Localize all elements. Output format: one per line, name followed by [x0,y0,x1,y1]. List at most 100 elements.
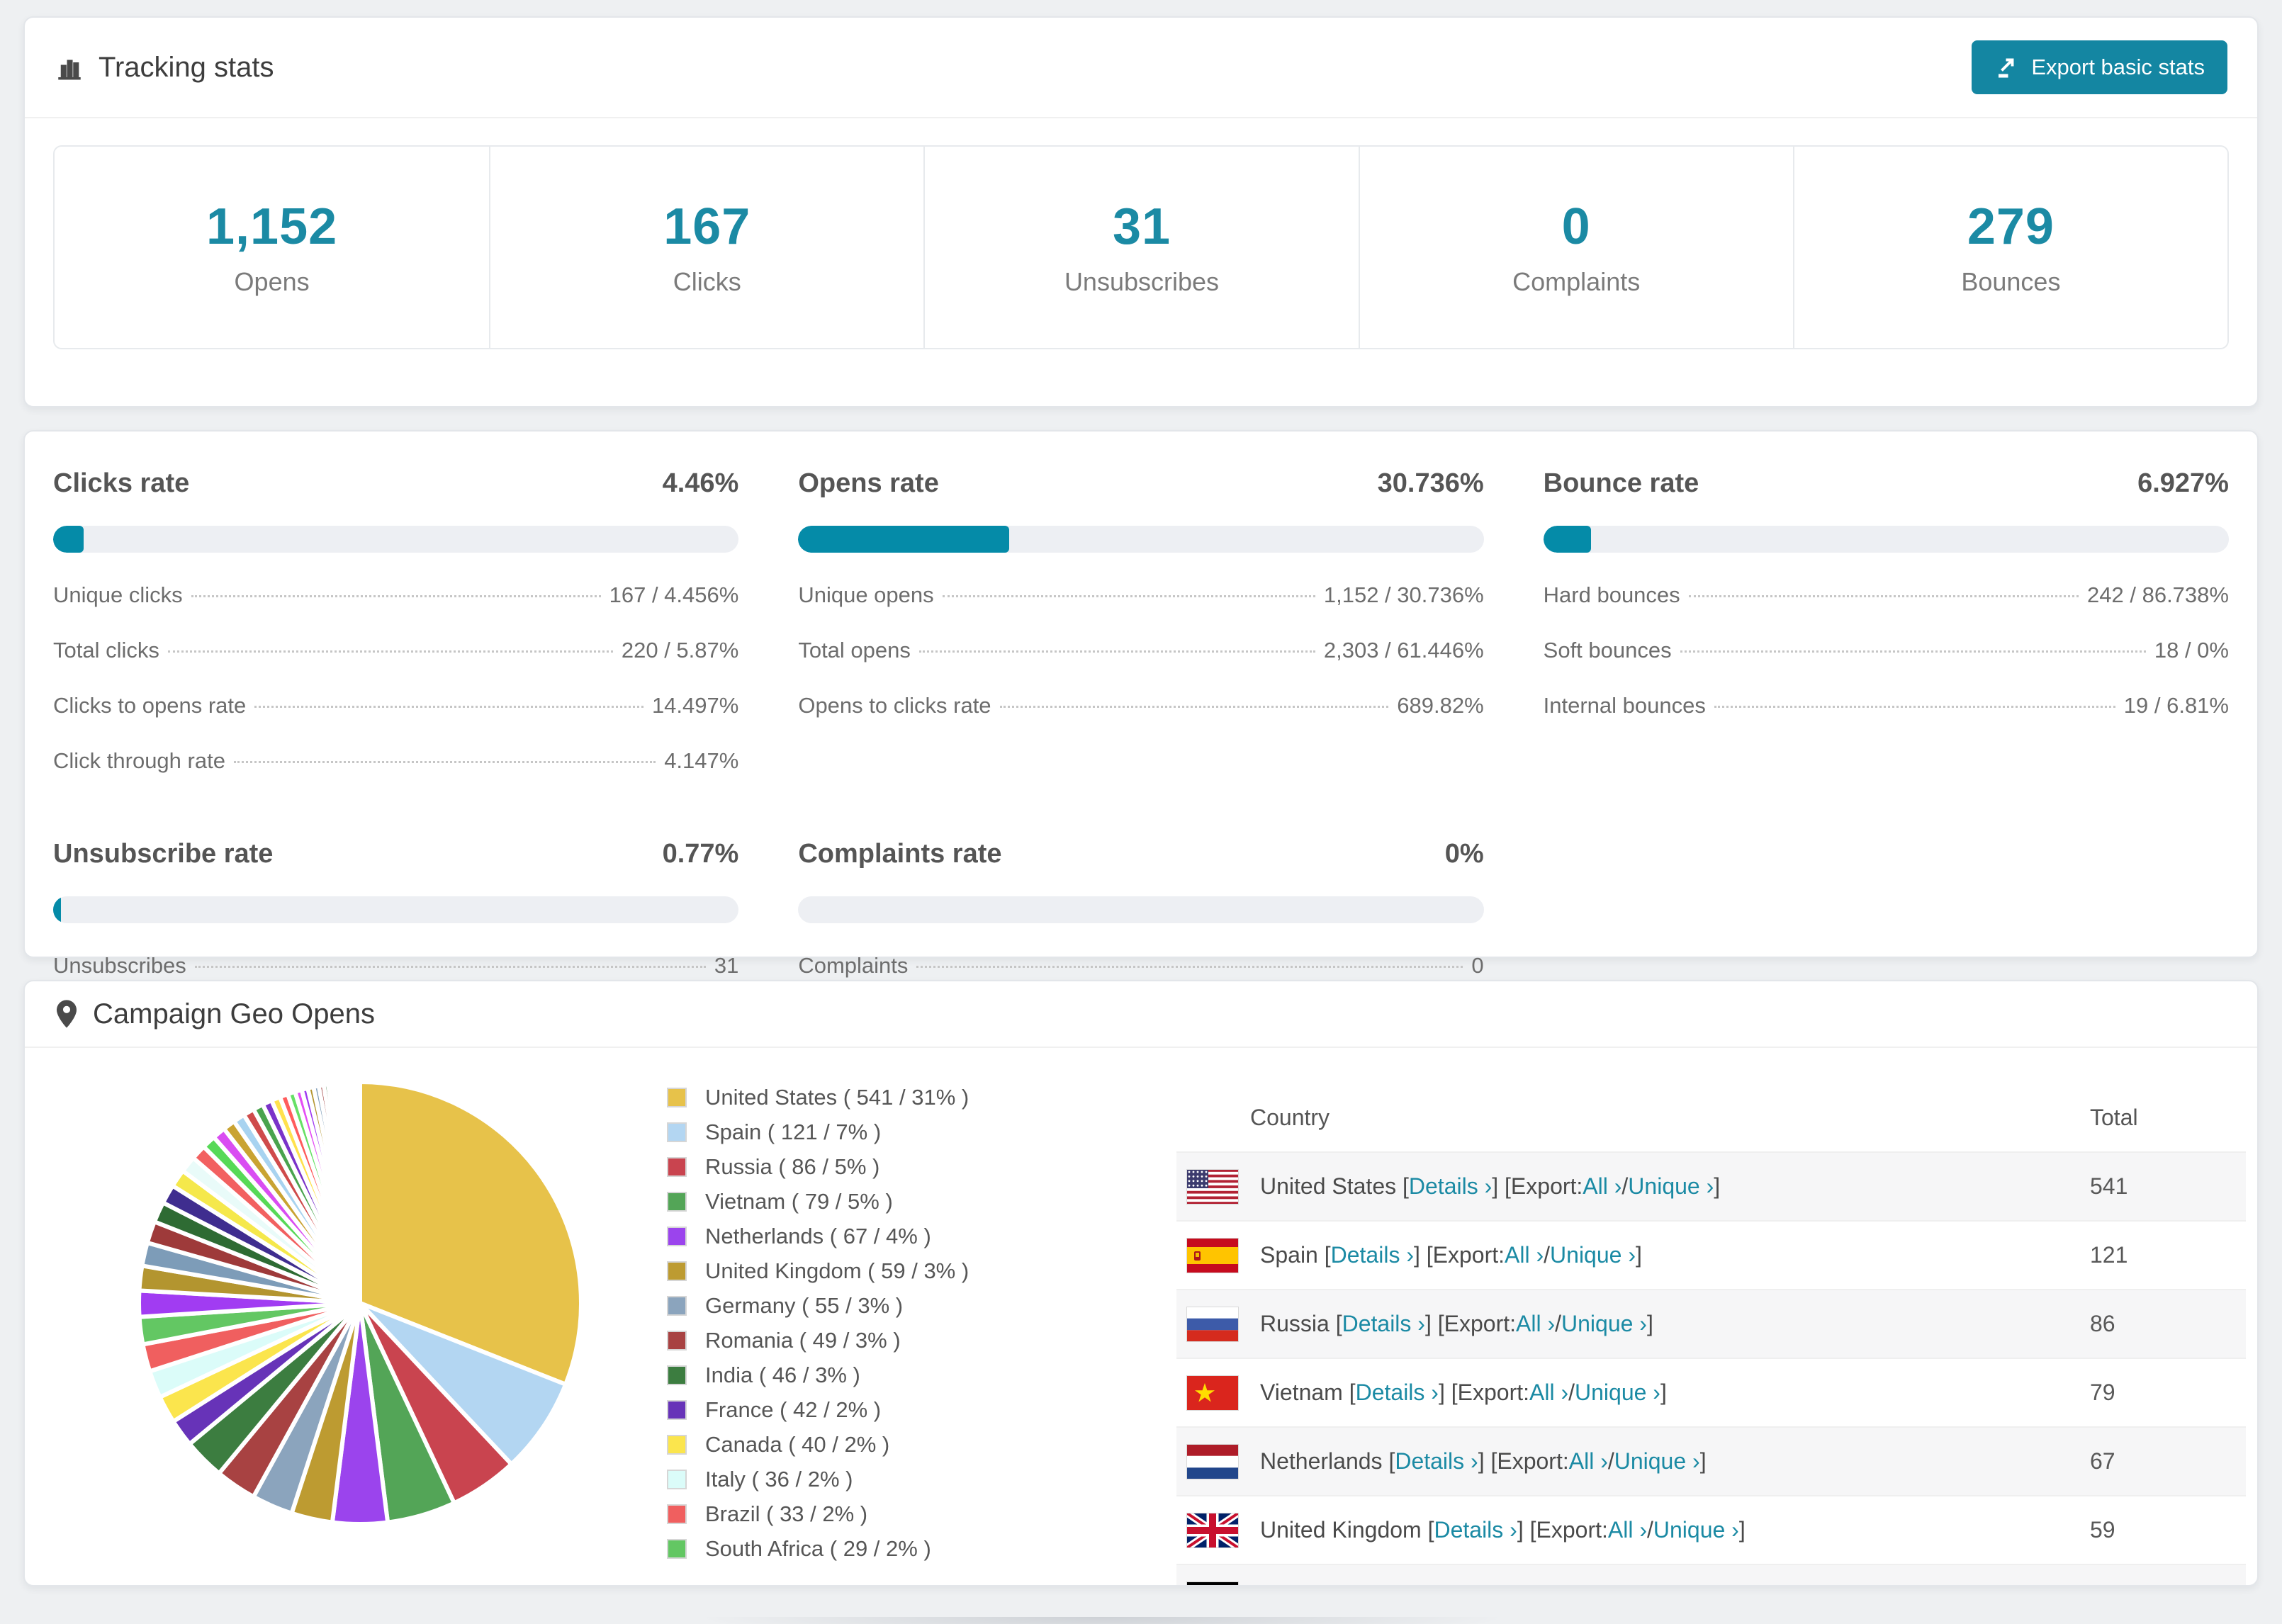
stat-label: Complaints [1512,267,1641,296]
dotted-leader [999,706,1389,708]
table-row-partial [1176,1564,2246,1585]
rate-progress-track [798,526,1484,553]
table-row-vietnam: Vietnam [Details ›] [Export: All › / Uni… [1176,1358,2246,1426]
export-unique-link[interactable]: Unique › [1653,1517,1739,1543]
country-name: Russia [1260,1311,1330,1336]
rate-detail-row: Unique opens 1,152 / 30.736% [798,582,1484,607]
export-unique-link[interactable]: Unique › [1628,1173,1714,1200]
rate-title-row: Unsubscribe rate 0.77% [53,839,738,869]
legend-item-brazil: Brazil ( 33 / 2% ) [667,1501,969,1527]
legend-swatch [667,1088,687,1107]
stat-label: Opens [234,267,310,296]
rate-value: 0.77% [662,839,739,869]
stat-label: Unsubscribes [1064,267,1220,296]
export-all-link[interactable]: All › [1516,1311,1555,1337]
pie-slice-other [356,1079,362,1305]
export-unique-link[interactable]: Unique › [1550,1242,1636,1268]
dotted-leader [916,966,1463,968]
rate-value: 30.736% [1377,468,1484,498]
export-all-link[interactable]: All › [1608,1517,1647,1543]
legend-label: United Kingdom ( 59 / 3% ) [705,1258,969,1283]
legend-label: Spain ( 121 / 7% ) [705,1120,882,1144]
stat-value: 279 [1967,198,2055,255]
table-row-united-states: United States [Details ›] [Export: All ›… [1176,1151,2246,1220]
export-icon [1999,58,2014,78]
geo-content: United States ( 541 / 31% ) Spain ( 121 /… [25,1048,2257,1585]
flag-ru-icon [1186,1306,1239,1342]
export-unique-link[interactable]: Unique › [1614,1448,1700,1474]
opens-rate-block: Opens rate 30.736% Unique opens 1,152 / 30.… [798,468,1484,774]
legend-item-france: France ( 42 / 2% ) [667,1397,969,1423]
country-name: United States [1260,1173,1397,1199]
rate-title: Opens rate [798,468,939,498]
card-shadow [695,1617,1510,1624]
summary-stats-box: 1,152 Opens 167 Clicks 31 Unsubscribes 0 Compla… [53,145,2229,349]
rate-detail-row: Clicks to opens rate 14.497% [53,693,739,718]
flag-de-icon [1186,1581,1239,1585]
legend-swatch [667,1157,687,1177]
flag-es-icon [1186,1237,1239,1273]
details-link[interactable]: Details › [1434,1517,1517,1543]
details-link[interactable]: Details › [1409,1173,1492,1200]
rate-progress-fill [53,526,84,553]
rate-title-row: Complaints rate 0% [798,839,1483,869]
stat-value: 1,152 [206,198,338,255]
legend-item-italy: Italy ( 36 / 2% ) [667,1467,969,1492]
details-link[interactable]: Details › [1395,1448,1478,1474]
export-basic-stats-button[interactable]: Export basic stats [1972,40,2227,94]
rate-progress-fill [798,526,1009,553]
rate-progress-fill [1543,526,1591,553]
rate-detail-row: Total opens 2,303 / 61.446% [798,638,1484,662]
flag-vn-icon [1186,1375,1239,1411]
country-name: Spain [1260,1242,1318,1268]
flag-us-icon [1186,1168,1239,1205]
rate-value: 0% [1444,839,1484,869]
legend-item-india: India ( 46 / 3% ) [667,1363,969,1388]
rate-title: Bounce rate [1543,468,1699,498]
dotted-leader [1680,650,2146,653]
stat-cell-clicks: 167 Clicks [489,147,923,348]
legend-label: Brazil ( 33 / 2% ) [705,1501,868,1526]
bounce-rate-block: Bounce rate 6.927% Hard bounces 242 / 86.73… [1543,468,2229,774]
dotted-leader [194,966,706,968]
dotted-leader [1714,706,2115,708]
stat-cell-unsubscribes: 31 Unsubscribes [923,147,1358,348]
unsubscribe-rate-block: Unsubscribe rate 0.77% Unsubscribes 31 [53,839,739,979]
export-all-link[interactable]: All › [1569,1448,1608,1474]
country-name: United Kingdom [1260,1517,1422,1543]
country-name: Vietnam [1260,1380,1343,1405]
details-link[interactable]: Details › [1342,1311,1425,1337]
total-column-header: Total [2090,1104,2138,1130]
stat-value: 167 [663,198,751,255]
flag-gb-icon [1186,1512,1239,1548]
legend-label: United States ( 541 / 31% ) [705,1085,969,1110]
country-total: 67 [2090,1448,2115,1474]
stat-cell-opens: 1,152 Opens [55,147,489,348]
export-unique-link[interactable]: Unique › [1561,1311,1647,1337]
rate-progress-track [1543,526,2229,553]
rate-detail-row: Unique clicks 167 / 4.456% [53,582,739,607]
export-all-link[interactable]: All › [1505,1242,1544,1268]
table-row-netherlands: Netherlands [Details ›] [Export: All › /… [1176,1426,2246,1495]
export-all-link[interactable]: All › [1583,1173,1621,1200]
tracking-stats-card: Tracking stats Export basic stats 1,152 O… [23,16,2259,407]
legend-label: Netherlands ( 67 / 4% ) [705,1224,931,1248]
geo-legend: United States ( 541 / 31% ) Spain ( 121 /… [667,1085,969,1571]
export-all-link[interactable]: All › [1529,1380,1568,1406]
legend-item-united-states: United States ( 541 / 31% ) [667,1085,969,1110]
details-link[interactable]: Details › [1356,1380,1439,1406]
clicks-rate-block: Clicks rate 4.46% Unique clicks 167 / 4.456… [53,468,739,774]
legend-swatch [667,1435,687,1455]
stat-value: 0 [1561,198,1591,255]
legend-swatch [667,1470,687,1489]
legend-item-south-africa: South Africa ( 29 / 2% ) [667,1536,969,1562]
legend-swatch [667,1400,687,1420]
flag-nl-icon [1186,1443,1239,1479]
rate-title-row: Clicks rate 4.46% [53,468,738,499]
details-link[interactable]: Details › [1331,1242,1414,1268]
legend-label: South Africa ( 29 / 2% ) [705,1536,931,1561]
table-row-united-kingdom: United Kingdom [Details ›] [Export: All … [1176,1495,2246,1564]
legend-swatch [667,1539,687,1559]
export-unique-link[interactable]: Unique › [1575,1380,1660,1406]
geo-title: Campaign Geo Opens [55,998,375,1030]
